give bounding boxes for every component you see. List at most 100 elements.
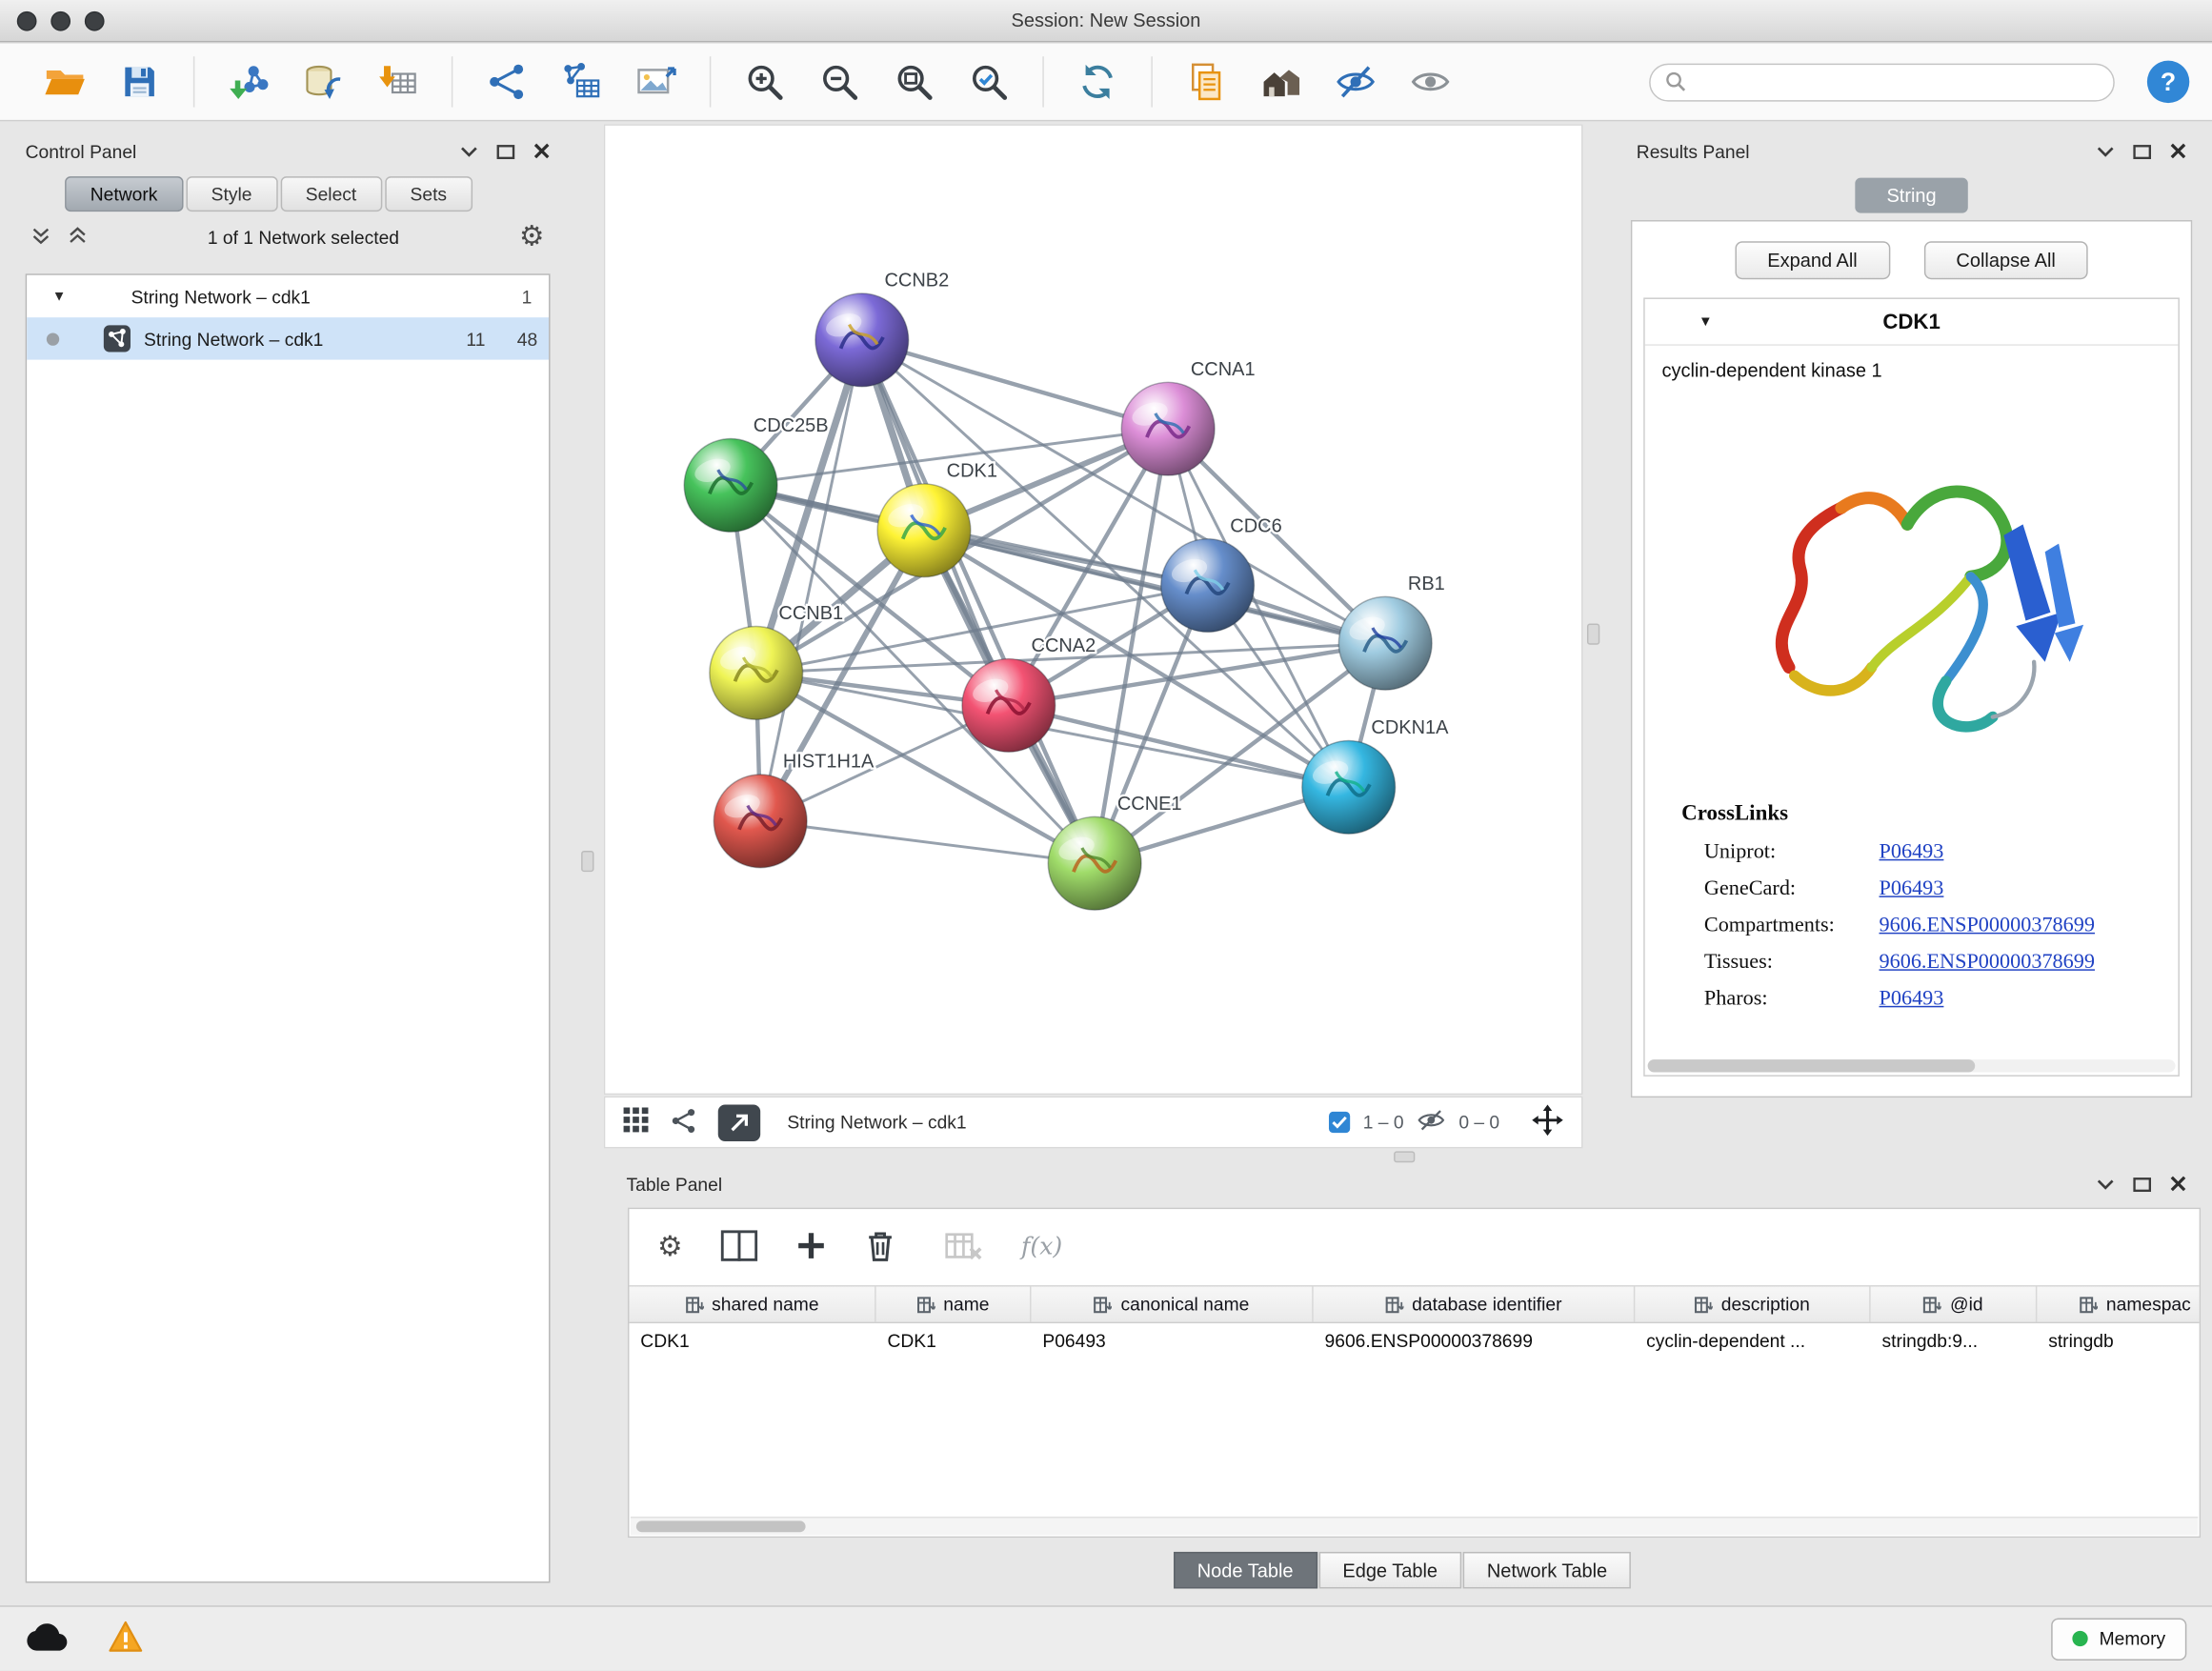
control-panel-collapse-icon[interactable] [460, 145, 478, 157]
table-cell[interactable]: cyclin-dependent ... [1635, 1323, 1870, 1360]
hidden-eye-slash-icon[interactable] [1417, 1109, 1446, 1136]
gear-icon[interactable]: ⚙ [519, 223, 545, 252]
crosslink-link[interactable]: 9606.ENSP00000378699 [1880, 950, 2095, 974]
tab-style[interactable]: Style [186, 176, 277, 211]
tab-select[interactable]: Select [280, 176, 382, 211]
crosslink-link[interactable]: P06493 [1880, 840, 1944, 864]
splitter-handle[interactable] [581, 851, 593, 872]
results-panel-float-icon[interactable] [2133, 143, 2151, 158]
network-node-RB1[interactable] [1338, 596, 1432, 690]
table-cell[interactable]: 9606.ENSP00000378699 [1314, 1323, 1636, 1360]
memory-button[interactable]: Memory [2051, 1618, 2186, 1660]
tree-expand-caret-icon[interactable]: ▼ [52, 289, 67, 304]
hide-unselected-button[interactable] [1325, 50, 1387, 112]
network-node-CDC6[interactable] [1161, 539, 1255, 633]
results-horizontal-scrollbar[interactable] [1648, 1059, 2176, 1072]
show-all-button[interactable] [1399, 50, 1461, 112]
control-panel-close-icon[interactable] [533, 143, 551, 160]
grid-view-icon[interactable] [624, 1107, 650, 1137]
scrollbar-thumb[interactable] [636, 1520, 806, 1532]
network-node-CCNB2[interactable] [815, 293, 909, 387]
splitter-handle[interactable] [1587, 624, 1599, 645]
table-panel-close-icon[interactable] [2170, 1176, 2187, 1193]
table-horizontal-scrollbar[interactable] [631, 1517, 2198, 1535]
network-node-CCNA2[interactable] [962, 659, 1056, 753]
crosslink-link[interactable]: 9606.ENSP00000378699 [1880, 914, 2095, 937]
open-session-button[interactable] [34, 50, 96, 112]
network-node-CCNE1[interactable] [1048, 816, 1141, 910]
network-edge-CCNB2-CCNA1[interactable] [862, 340, 1168, 429]
column-header-name[interactable]: name [876, 1287, 1032, 1322]
network-view-canvas[interactable]: CCNB2CCNA1CDC25BCDK1CDC6RB1CCNB1CCNA2CDK… [604, 124, 1583, 1095]
share-view-icon[interactable] [670, 1107, 696, 1138]
import-network-file-button[interactable] [217, 50, 279, 112]
tab-node-table[interactable]: Node Table [1174, 1552, 1317, 1589]
zoom-selected-button[interactable] [958, 50, 1020, 112]
import-table-button[interactable] [367, 50, 429, 112]
cloud-status-button[interactable] [26, 1621, 68, 1657]
search-input[interactable] [1697, 71, 2099, 92]
network-edge-CCNB2-CCNE1[interactable] [862, 340, 1095, 863]
column-header-shared-name[interactable]: shared name [629, 1287, 875, 1322]
share-network-button[interactable] [475, 50, 537, 112]
table-panel-float-icon[interactable] [2133, 1176, 2151, 1191]
column-header-description[interactable]: description [1635, 1287, 1870, 1322]
zoom-in-button[interactable] [734, 50, 795, 112]
crosslink-link[interactable]: P06493 [1880, 987, 1944, 1011]
zoom-window-button[interactable] [85, 11, 105, 31]
window-titlebar[interactable]: Session: New Session [0, 0, 2212, 42]
refresh-layout-button[interactable] [1067, 50, 1129, 112]
help-button[interactable]: ? [2147, 61, 2189, 103]
gene-collapse-caret-icon[interactable]: ▼ [1699, 313, 1713, 329]
selected-checkbox-icon[interactable] [1329, 1112, 1350, 1133]
table-cell[interactable]: stringdb:9... [1871, 1323, 2038, 1360]
network-node-CDKN1A[interactable] [1302, 740, 1396, 834]
network-node-HIST1H1A[interactable] [714, 775, 807, 868]
results-panel-collapse-icon[interactable] [2097, 145, 2115, 157]
save-session-button[interactable] [109, 50, 171, 112]
column-header-namespac[interactable]: namespac [2037, 1287, 2201, 1322]
delete-column-trash-icon[interactable] [865, 1228, 896, 1266]
crosslink-link[interactable]: P06493 [1880, 876, 1944, 900]
results-panel-close-icon[interactable] [2170, 143, 2187, 160]
splitter-handle[interactable] [1394, 1151, 1415, 1162]
tab-string[interactable]: String [1855, 178, 1967, 213]
tab-network[interactable]: Network [65, 176, 183, 211]
network-edge-CCNA2-CDKN1A[interactable] [1009, 705, 1349, 787]
control-panel-float-icon[interactable] [496, 143, 514, 158]
network-node-CCNB1[interactable] [710, 627, 803, 720]
zoom-fit-button[interactable] [883, 50, 945, 112]
expand-all-button[interactable]: Expand All [1735, 241, 1890, 279]
network-edge-CCNB2-HIST1H1A[interactable] [760, 340, 862, 821]
copy-clipboard-button[interactable] [1176, 50, 1237, 112]
warning-status-button[interactable] [108, 1620, 145, 1658]
network-edge-HIST1H1A-CCNE1[interactable] [760, 821, 1095, 863]
import-network-database-button[interactable] [292, 50, 354, 112]
home-overview-button[interactable] [1250, 50, 1312, 112]
gene-section-header[interactable]: ▼ CDK1 [1645, 299, 2179, 346]
zoom-out-button[interactable] [809, 50, 871, 112]
network-row-selected[interactable]: String Network – cdk1 11 48 [27, 317, 549, 359]
network-table-button[interactable] [551, 50, 613, 112]
pop-out-view-button[interactable] [718, 1104, 760, 1141]
table-cell[interactable]: CDK1 [876, 1323, 1032, 1360]
tab-network-table[interactable]: Network Table [1463, 1552, 1632, 1589]
table-row[interactable]: CDK1CDK1P064939606.ENSP00000378699cyclin… [629, 1323, 2199, 1360]
network-node-CDK1[interactable] [877, 484, 971, 577]
table-cell[interactable]: stringdb [2037, 1323, 2201, 1360]
tab-sets[interactable]: Sets [385, 176, 473, 211]
column-header-database-identifier[interactable]: database identifier [1314, 1287, 1636, 1322]
add-column-plus-icon[interactable] [795, 1230, 827, 1265]
tab-edge-table[interactable]: Edge Table [1318, 1552, 1461, 1589]
search-box[interactable] [1649, 63, 2115, 101]
column-header-canonical-name[interactable]: canonical name [1032, 1287, 1314, 1322]
minimize-window-button[interactable] [50, 11, 70, 31]
network-graph[interactable]: CCNB2CCNA1CDC25BCDK1CDC6RB1CCNB1CCNA2CDK… [605, 126, 1584, 1097]
expand-all-icon[interactable] [68, 225, 88, 249]
network-collection-row[interactable]: ▼ String Network – cdk1 1 [27, 275, 549, 317]
scrollbar-thumb[interactable] [1648, 1059, 1975, 1072]
network-node-CDC25B[interactable] [684, 439, 777, 533]
network-node-CCNA1[interactable] [1121, 382, 1215, 475]
collapse-all-icon[interactable] [31, 225, 51, 249]
show-columns-icon[interactable] [721, 1230, 758, 1265]
